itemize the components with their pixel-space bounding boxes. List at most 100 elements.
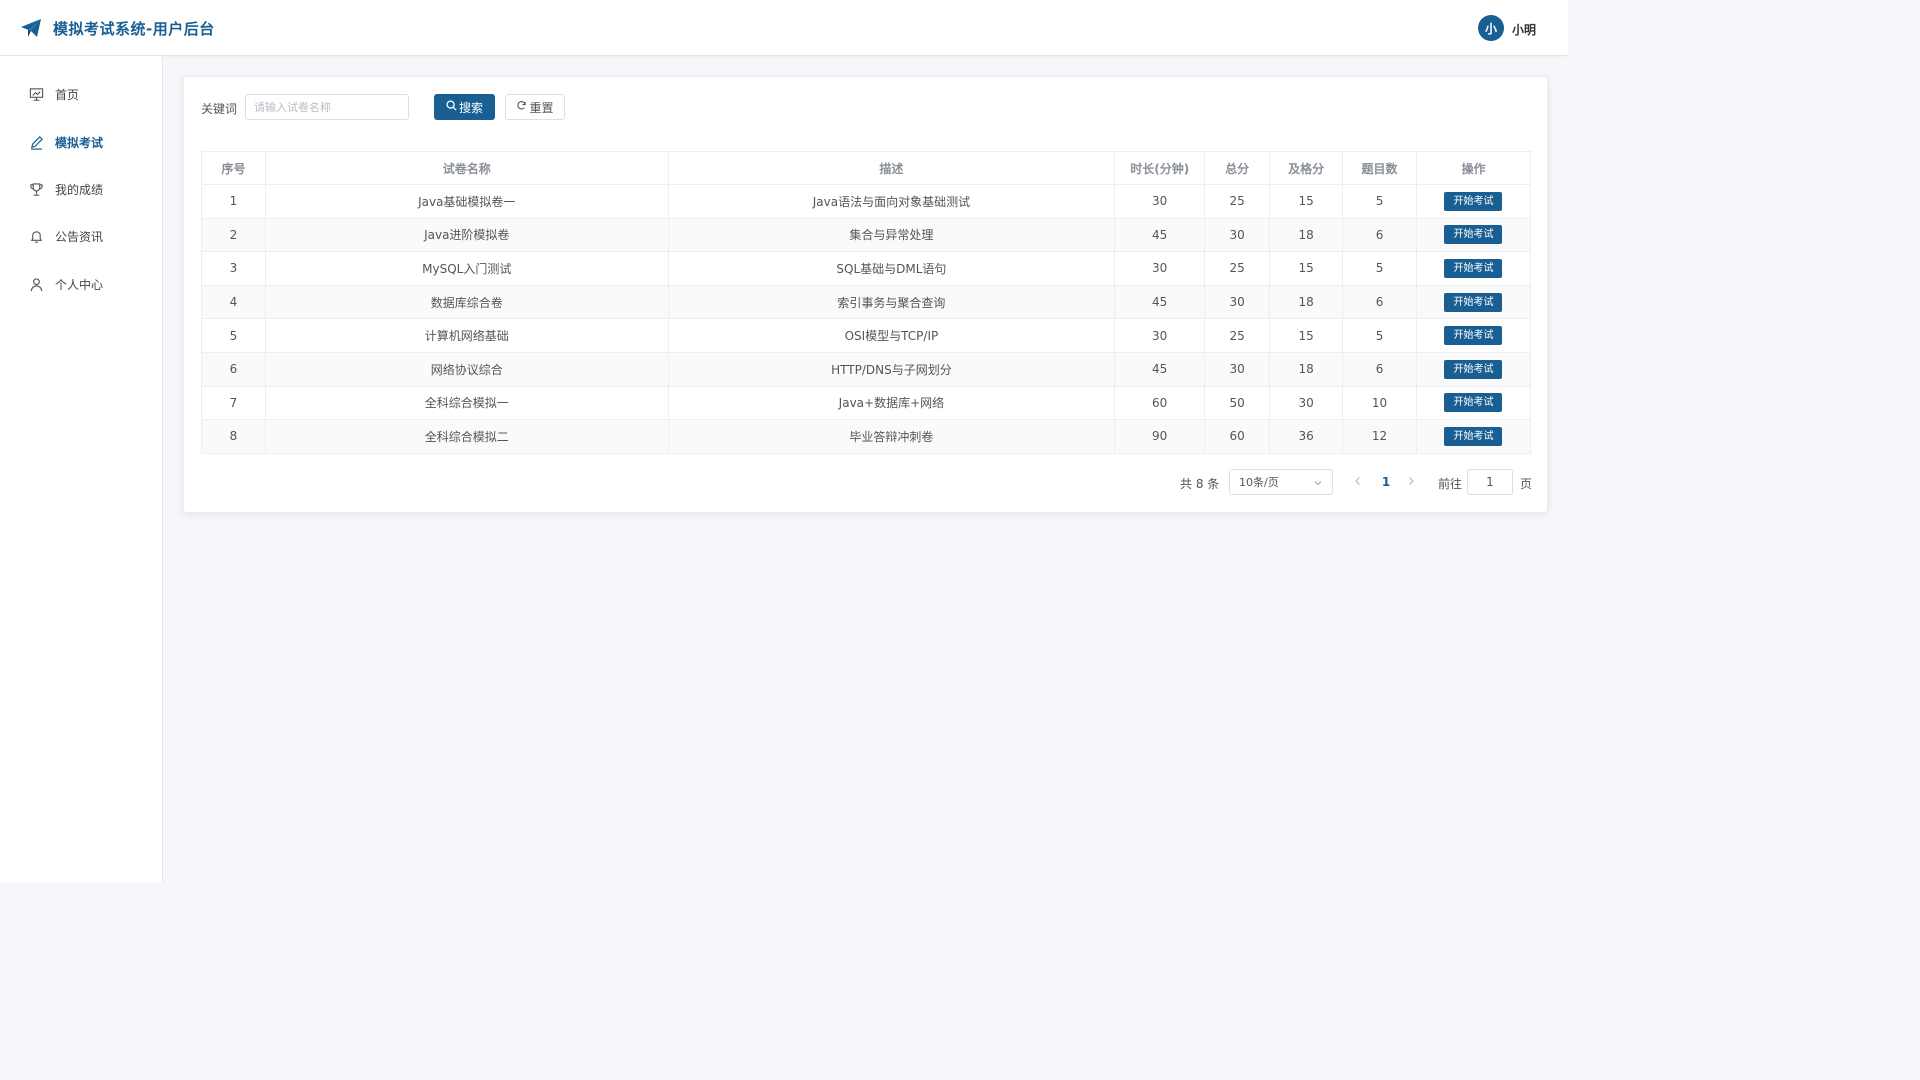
start-exam-button[interactable]: 开始考试 xyxy=(1444,225,1503,245)
table-row: 2 Java进阶模拟卷 集合与异常处理 45 30 18 6 开始考试 xyxy=(201,217,1532,253)
page-suffix-label: 页 xyxy=(1520,477,1533,491)
cell-action: 开始考试 xyxy=(1415,217,1532,253)
cell-description: Java+数据库+网络 xyxy=(667,385,1116,421)
cell-name: 全科综合模拟二 xyxy=(264,419,669,454)
cell-pass-score: 15 xyxy=(1269,184,1344,219)
cell-pass-score: 30 xyxy=(1269,385,1344,421)
start-exam-button[interactable]: 开始考试 xyxy=(1444,359,1503,379)
cell-duration: 60 xyxy=(1114,385,1206,421)
chevron-right-icon xyxy=(1405,476,1417,491)
cell-duration: 45 xyxy=(1114,351,1206,387)
search-button[interactable]: 搜索 xyxy=(434,94,495,120)
exam-list-card: 关键词 搜索 重置 序号 试卷名称 描述 时长(分钟) 总分 及格分 题目数 xyxy=(183,76,1548,513)
cell-pass-score: 18 xyxy=(1269,284,1344,320)
prev-page-button[interactable] xyxy=(1352,475,1366,489)
sidebar: 首页 模拟考试 我的成绩 公告资讯 个人中心 xyxy=(0,56,163,882)
keyword-input[interactable] xyxy=(245,94,409,120)
chevron-down-icon xyxy=(1313,478,1323,491)
column-header-name: 试卷名称 xyxy=(264,151,669,185)
reset-button[interactable]: 重置 xyxy=(505,94,565,120)
cell-description: OSI模型与TCP/IP xyxy=(667,318,1116,353)
cell-description: HTTP/DNS与子网划分 xyxy=(667,351,1116,387)
cell-question-count: 6 xyxy=(1342,284,1417,320)
cell-pass-score: 36 xyxy=(1269,419,1344,454)
cell-duration: 45 xyxy=(1114,217,1206,253)
start-exam-button[interactable]: 开始考试 xyxy=(1444,393,1503,413)
cell-index: 1 xyxy=(201,184,266,219)
cell-total-score: 30 xyxy=(1204,284,1271,320)
start-exam-button[interactable]: 开始考试 xyxy=(1444,258,1503,278)
exam-table: 序号 试卷名称 描述 时长(分钟) 总分 及格分 题目数 操作 1 Java基础… xyxy=(201,151,1532,454)
sidebar-item-profile[interactable]: 个人中心 xyxy=(0,264,162,304)
avatar[interactable]: 小 xyxy=(1478,15,1504,41)
cell-question-count: 10 xyxy=(1342,385,1417,421)
column-header-index: 序号 xyxy=(201,151,266,185)
cell-pass-score: 15 xyxy=(1269,318,1344,353)
chevron-left-icon xyxy=(1352,476,1364,491)
start-exam-button[interactable]: 开始考试 xyxy=(1444,191,1503,211)
cell-duration: 30 xyxy=(1114,318,1206,353)
column-header-action: 操作 xyxy=(1415,151,1532,185)
search-icon xyxy=(446,100,457,114)
edit-pen-icon xyxy=(28,134,44,150)
cell-total-score: 30 xyxy=(1204,351,1271,387)
sidebar-item-my-scores[interactable]: 我的成绩 xyxy=(0,169,162,209)
cell-duration: 30 xyxy=(1114,184,1206,219)
cell-description: 毕业答辩冲刺卷 xyxy=(667,419,1116,454)
table-header-row: 序号 试卷名称 描述 时长(分钟) 总分 及格分 题目数 操作 xyxy=(201,151,1532,185)
column-header-question-count: 题目数 xyxy=(1342,151,1417,185)
cell-pass-score: 18 xyxy=(1269,217,1344,253)
goto-page-input[interactable] xyxy=(1467,469,1513,495)
table-row: 5 计算机网络基础 OSI模型与TCP/IP 30 25 15 5 开始考试 xyxy=(201,318,1532,353)
cell-name: Java基础模拟卷一 xyxy=(264,184,669,219)
next-page-button[interactable] xyxy=(1405,475,1419,489)
cell-total-score: 60 xyxy=(1204,419,1271,454)
start-exam-button[interactable]: 开始考试 xyxy=(1444,326,1503,346)
table-row: 1 Java基础模拟卷一 Java语法与面向对象基础测试 30 25 15 5 … xyxy=(201,184,1532,219)
user-icon xyxy=(28,276,44,292)
cell-action: 开始考试 xyxy=(1415,284,1532,320)
cell-index: 4 xyxy=(201,284,266,320)
bell-icon xyxy=(28,228,44,244)
sidebar-item-label: 模拟考试 xyxy=(55,135,104,150)
page-size-value: 10条/页 xyxy=(1239,476,1279,489)
sidebar-item-home[interactable]: 首页 xyxy=(0,74,162,114)
reset-button-label: 重置 xyxy=(529,100,554,115)
start-exam-button[interactable]: 开始考试 xyxy=(1444,426,1503,446)
sidebar-item-mock-exam[interactable]: 模拟考试 xyxy=(0,122,162,162)
column-header-pass-score: 及格分 xyxy=(1269,151,1344,185)
table-row: 6 网络协议综合 HTTP/DNS与子网划分 45 30 18 6 开始考试 xyxy=(201,351,1532,387)
start-exam-button[interactable]: 开始考试 xyxy=(1444,292,1503,312)
page-number-current[interactable]: 1 xyxy=(1380,475,1392,489)
cell-total-score: 25 xyxy=(1204,318,1271,353)
cell-action: 开始考试 xyxy=(1415,351,1532,387)
pagination-total: 共 8 条 xyxy=(1180,477,1220,491)
cell-question-count: 6 xyxy=(1342,351,1417,387)
cell-description: Java语法与面向对象基础测试 xyxy=(667,184,1116,219)
cell-question-count: 5 xyxy=(1342,318,1417,353)
cell-question-count: 6 xyxy=(1342,217,1417,253)
paper-plane-icon xyxy=(20,17,42,39)
cell-total-score: 25 xyxy=(1204,251,1271,286)
cell-question-count: 12 xyxy=(1342,419,1417,454)
cell-name: MySQL入门测试 xyxy=(264,251,669,286)
cell-action: 开始考试 xyxy=(1415,251,1532,286)
top-header: 模拟考试系统-用户后台 小 小明 xyxy=(0,0,1568,56)
cell-description: 集合与异常处理 xyxy=(667,217,1116,253)
cell-duration: 30 xyxy=(1114,251,1206,286)
cell-action: 开始考试 xyxy=(1415,318,1532,353)
cell-name: Java进阶模拟卷 xyxy=(264,217,669,253)
cell-index: 7 xyxy=(201,385,266,421)
sidebar-item-announcements[interactable]: 公告资讯 xyxy=(0,216,162,256)
table-row: 4 数据库综合卷 索引事务与聚合查询 45 30 18 6 开始考试 xyxy=(201,284,1532,320)
app-title: 模拟考试系统-用户后台 xyxy=(53,20,215,38)
refresh-icon xyxy=(516,100,527,114)
cell-name: 计算机网络基础 xyxy=(264,318,669,353)
sidebar-item-label: 我的成绩 xyxy=(55,182,104,197)
page-size-select[interactable]: 10条/页 xyxy=(1229,469,1333,495)
user-name[interactable]: 小明 xyxy=(1512,21,1536,38)
cell-duration: 45 xyxy=(1114,284,1206,320)
cell-action: 开始考试 xyxy=(1415,184,1532,219)
trophy-icon xyxy=(28,181,44,197)
cell-index: 3 xyxy=(201,251,266,286)
